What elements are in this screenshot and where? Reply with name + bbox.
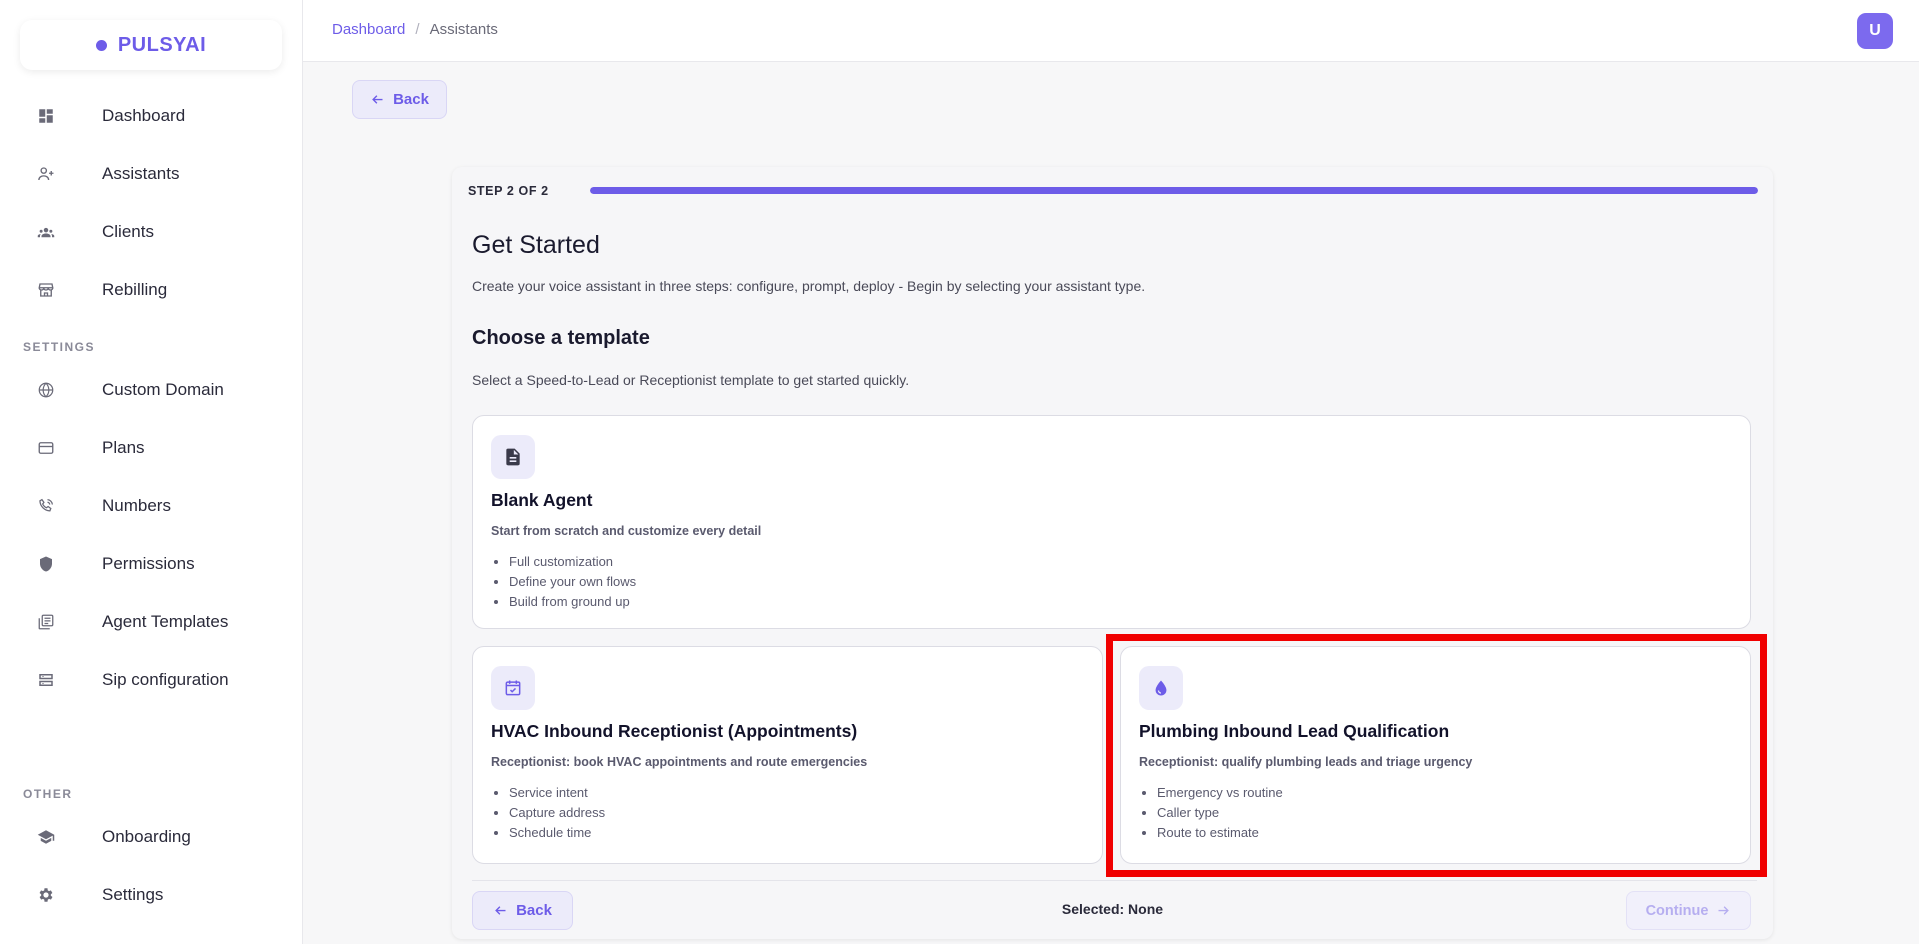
water-drop-icon [1139, 666, 1183, 710]
dashboard-icon [37, 107, 55, 125]
sidebar-item-label: Rebilling [102, 280, 168, 299]
group-icon [37, 223, 55, 241]
sidebar-item-onboarding[interactable]: Onboarding [0, 817, 303, 857]
template-features: Full customization Define your own flows… [509, 552, 636, 612]
template-title: HVAC Inbound Receptionist (Appointments) [491, 721, 858, 741]
top-bar: Dashboard / Assistants U [303, 0, 1919, 62]
user-avatar[interactable]: U [1857, 13, 1893, 49]
template-title: Blank Agent [491, 490, 593, 510]
sidebar-item-assistants[interactable]: Assistants [0, 154, 303, 194]
page-title: Get Started [472, 231, 600, 259]
person-add-icon [37, 165, 55, 183]
section-subtitle: Select a Speed-to-Lead or Receptionist t… [472, 372, 910, 388]
wizard-card: STEP 2 OF 2 Get Started Create your voic… [452, 167, 1773, 939]
arrow-left-icon [372, 95, 383, 104]
phone-icon [37, 497, 55, 515]
list-item: Route to estimate [1157, 823, 1283, 843]
sidebar-item-label: Sip configuration [102, 670, 229, 689]
sidebar-item-label: Settings [102, 885, 164, 904]
template-features: Service intent Capture address Schedule … [509, 783, 605, 843]
list-item: Emergency vs routine [1157, 783, 1283, 803]
gear-icon [37, 886, 55, 904]
section-title: Choose a template [472, 327, 650, 349]
list-item: Capture address [509, 803, 605, 823]
template-title: Plumbing Inbound Lead Qualification [1139, 721, 1450, 741]
sidebar-item-label: Agent Templates [102, 612, 229, 631]
template-description: Receptionist: qualify plumbing leads and… [1139, 755, 1473, 769]
calendar-check-icon [491, 666, 535, 710]
globe-icon [37, 381, 55, 399]
template-description: Start from scratch and customize every d… [491, 524, 762, 538]
sidebar-item-sip-configuration[interactable]: Sip configuration [0, 660, 303, 700]
template-card-blank-agent[interactable]: Blank Agent Start from scratch and custo… [472, 415, 1751, 629]
breadcrumb-current: Assistants [429, 21, 498, 38]
list-item: Service intent [509, 783, 605, 803]
sidebar-item-custom-domain[interactable]: Custom Domain [0, 370, 303, 410]
progress-bar-fill [590, 187, 1758, 194]
sidebar-item-label: Custom Domain [102, 380, 224, 399]
brand-logo[interactable]: PULSYAI [20, 20, 282, 70]
footer-divider [472, 880, 1757, 881]
sidebar-item-plans[interactable]: Plans [0, 428, 303, 468]
continue-button-label: Continue [1645, 902, 1709, 919]
continue-button[interactable]: Continue [1626, 891, 1751, 930]
library-icon [37, 613, 55, 631]
sidebar-item-clients[interactable]: Clients [0, 212, 303, 252]
sidebar-item-agent-templates[interactable]: Agent Templates [0, 602, 303, 642]
storefront-icon [37, 281, 55, 299]
back-button-top[interactable]: Back [352, 80, 447, 119]
breadcrumb-separator: / [415, 21, 420, 38]
progress-bar [590, 187, 1758, 194]
template-card-plumbing[interactable]: Plumbing Inbound Lead Qualification Rece… [1120, 646, 1751, 864]
sidebar-item-label: Clients [102, 222, 154, 241]
sidebar-item-numbers[interactable]: Numbers [0, 486, 303, 526]
step-indicator: STEP 2 OF 2 [468, 184, 549, 198]
list-item: Full customization [509, 552, 636, 572]
section-label-other: OTHER [23, 787, 73, 801]
breadcrumb: Dashboard / Assistants [332, 21, 498, 38]
brand-name: PULSYAI [117, 33, 207, 56]
template-card-hvac[interactable]: HVAC Inbound Receptionist (Appointments)… [472, 646, 1103, 864]
list-item: Define your own flows [509, 572, 636, 592]
arrow-right-icon [1718, 906, 1730, 915]
document-icon [491, 435, 535, 479]
template-description: Receptionist: book HVAC appointments and… [491, 755, 868, 769]
sidebar-item-dashboard[interactable]: Dashboard [0, 96, 303, 136]
graduation-cap-icon [37, 828, 55, 846]
back-button-label: Back [393, 91, 429, 108]
sidebar-item-rebilling[interactable]: Rebilling [0, 270, 303, 310]
logo-dot-icon [95, 39, 107, 51]
page-subtitle: Create your voice assistant in three ste… [472, 278, 1146, 294]
shield-icon [37, 555, 55, 573]
sidebar-item-label: Assistants [102, 164, 180, 183]
credit-card-icon [37, 439, 55, 457]
sidebar-item-label: Permissions [102, 554, 195, 573]
list-item: Build from ground up [509, 592, 636, 612]
list-item: Caller type [1157, 803, 1283, 823]
sidebar-item-settings[interactable]: Settings [0, 875, 303, 915]
template-features: Emergency vs routine Caller type Route t… [1157, 783, 1283, 843]
sidebar-item-label: Onboarding [102, 827, 191, 846]
breadcrumb-dashboard-link[interactable]: Dashboard [332, 21, 405, 38]
sidebar-item-label: Plans [102, 438, 145, 457]
sidebar: PULSYAI Dashboard Assistants Clients Reb… [0, 0, 303, 944]
selection-status: Selected: None [1061, 901, 1164, 917]
section-label-settings: SETTINGS [23, 340, 96, 354]
sidebar-item-label: Dashboard [102, 106, 186, 125]
server-icon [37, 671, 55, 689]
sidebar-item-label: Numbers [102, 496, 171, 515]
list-item: Schedule time [509, 823, 605, 843]
sidebar-item-permissions[interactable]: Permissions [0, 544, 303, 584]
